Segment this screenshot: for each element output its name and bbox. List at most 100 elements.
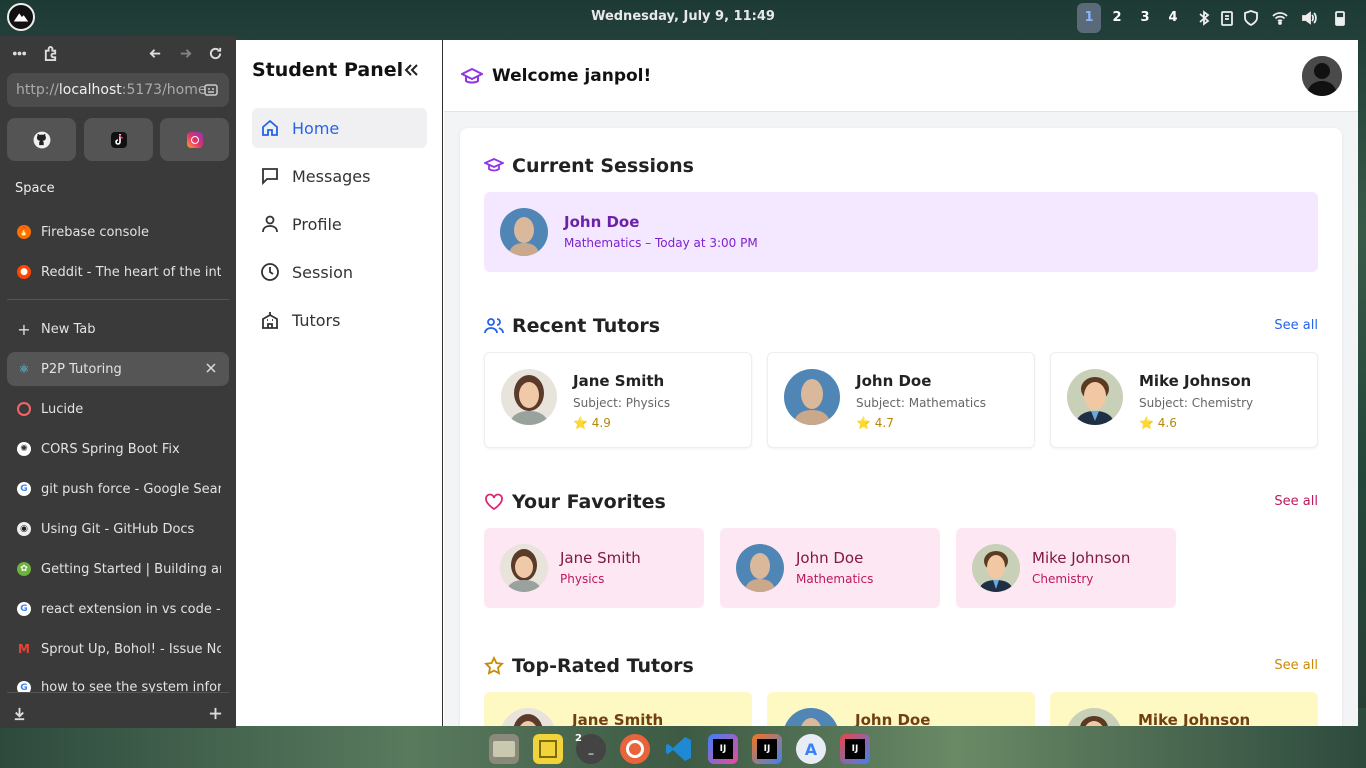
- tutor-avatar: [500, 544, 548, 592]
- top-rated-see-all-link[interactable]: See all: [1274, 658, 1318, 673]
- reload-icon[interactable]: [203, 44, 227, 62]
- top-rated-title: Top-Rated Tutors: [512, 655, 694, 677]
- pinned-instagram-icon[interactable]: [160, 118, 229, 161]
- current-session-card[interactable]: John Doe Mathematics – Today at 3:00 PM: [484, 192, 1318, 272]
- tutor-subject: Subject: Mathematics: [856, 396, 987, 410]
- intellij-app-icon[interactable]: IJ: [708, 734, 738, 764]
- battery-icon[interactable]: [1331, 9, 1349, 27]
- tutor-avatar: [1067, 369, 1123, 425]
- tab-firebase[interactable]: 🔥 Firebase console: [7, 215, 229, 249]
- more-icon[interactable]: [7, 44, 31, 62]
- address-bar[interactable]: http://localhost:5173/home: [7, 73, 229, 107]
- pinned-github-icon[interactable]: [7, 118, 76, 161]
- tutor-name: Mike Johnson: [1138, 711, 1251, 726]
- home-icon: [262, 119, 278, 136]
- add-icon[interactable]: [203, 704, 227, 722]
- tab-reddit[interactable]: ●Reddit - The heart of the internet: [7, 255, 229, 289]
- recent-tutor-card[interactable]: Jane Smith Subject: Physics ⭐ 4.9: [484, 352, 752, 448]
- heart-icon: [485, 493, 503, 511]
- tutor-name: John Doe: [855, 711, 931, 726]
- tab-system-information[interactable]: Ghow to see the system information: [7, 672, 229, 692]
- new-tab-button[interactable]: + New Tab: [7, 312, 229, 346]
- favorite-tutor-card[interactable]: Mike Johnson Chemistry: [956, 528, 1176, 608]
- tab-git-push-force[interactable]: Ggit push force - Google Search: [7, 472, 229, 506]
- main-content: Current Sessions John Doe Mathematics – …: [444, 112, 1358, 726]
- user-avatar[interactable]: [1302, 56, 1342, 96]
- nav-profile[interactable]: Profile: [252, 204, 427, 244]
- tutor-name: John Doe: [796, 549, 864, 567]
- panel-title: Student Panel: [252, 59, 404, 81]
- workspace-3[interactable]: 3: [1133, 3, 1157, 33]
- tutor-rating: ⭐ 4.6: [1139, 416, 1177, 430]
- tutor-subject: Mathematics: [796, 572, 874, 586]
- workspace-1[interactable]: 1: [1077, 3, 1101, 33]
- intellij-app-icon[interactable]: IJ: [840, 734, 870, 764]
- close-tab-icon[interactable]: [205, 362, 217, 374]
- tutor-avatar: [783, 708, 839, 726]
- star-icon: [484, 656, 504, 675]
- tab-cors-spring-boot-fix[interactable]: ✺ CORS Spring Boot Fix: [7, 432, 229, 466]
- gmail-icon: M: [18, 642, 30, 656]
- tab-lucide[interactable]: Lucide: [7, 392, 229, 426]
- collapse-icon[interactable]: [402, 61, 420, 79]
- top-rated-tutor-card[interactable]: Mike Johnson: [1050, 692, 1318, 726]
- back-icon[interactable]: [143, 44, 167, 62]
- nav-messages[interactable]: Messages: [252, 156, 427, 196]
- tab-using-git[interactable]: ◉ Using Git - GitHub Docs: [7, 512, 229, 546]
- shield-icon[interactable]: [1242, 9, 1260, 27]
- intellij-app-icon[interactable]: IJ: [752, 734, 782, 764]
- top-rated-tutor-card[interactable]: Jane Smith: [484, 692, 752, 726]
- bluetooth-icon[interactable]: [1195, 9, 1213, 27]
- tutor-rating: ⭐ 4.7: [856, 416, 894, 430]
- site-settings-icon[interactable]: [203, 82, 219, 98]
- google-icon: G: [17, 681, 31, 692]
- tab-sprout-up[interactable]: M Sprout Up, Bohol! - Issue No. 1: [7, 632, 229, 666]
- tab-react-extension[interactable]: Greact extension in vs code - Google Sea…: [7, 592, 229, 626]
- wifi-icon[interactable]: [1271, 9, 1289, 27]
- clipboard-icon[interactable]: [1218, 9, 1236, 27]
- favorite-tutor-card[interactable]: John Doe Mathematics: [720, 528, 940, 608]
- recent-tutor-card[interactable]: John Doe Subject: Mathematics ⭐ 4.7: [767, 352, 1035, 448]
- tutor-avatar: [500, 208, 548, 256]
- workspace-4[interactable]: 4: [1161, 3, 1185, 33]
- vscode-app-icon[interactable]: [664, 734, 694, 764]
- clock-icon: [261, 263, 279, 281]
- favorite-tutor-card[interactable]: Jane Smith Physics: [484, 528, 704, 608]
- tutor-name: John Doe: [856, 372, 932, 390]
- nav-home[interactable]: Home: [252, 108, 427, 148]
- recent-tutors-title: Recent Tutors: [512, 315, 661, 337]
- tutor-subject: Subject: Chemistry: [1139, 396, 1254, 410]
- tab-divider: [7, 299, 229, 300]
- firebase-icon: 🔥: [17, 225, 31, 239]
- studio-app-icon[interactable]: [620, 734, 650, 764]
- nav-tutors[interactable]: Tutors: [252, 300, 427, 340]
- google-icon: G: [17, 482, 31, 496]
- student-panel-sidebar: Student Panel Home Messages Profile Sess…: [236, 40, 443, 726]
- message-icon: [262, 168, 278, 186]
- nav-session[interactable]: Session: [252, 252, 427, 292]
- favorites-title: Your Favorites: [512, 491, 666, 513]
- tab-p2p-tutoring[interactable]: ⚛ P2P Tutoring: [7, 352, 229, 386]
- url-scheme: http://: [16, 82, 59, 98]
- workspace-2[interactable]: 2: [1105, 3, 1129, 33]
- download-icon[interactable]: [7, 704, 31, 722]
- top-rated-tutor-card[interactable]: John Doe: [767, 692, 1035, 726]
- pinned-tiktok-icon[interactable]: [84, 118, 153, 161]
- notes-app-icon[interactable]: [533, 734, 563, 764]
- app-header: Welcome janpol!: [444, 40, 1358, 112]
- tutor-subject: Physics: [560, 572, 605, 586]
- android-studio-app-icon[interactable]: A: [796, 734, 826, 764]
- footer-divider: [7, 692, 229, 693]
- extensions-icon[interactable]: [38, 44, 62, 62]
- tab-getting-started[interactable]: ✿Getting Started | Building an Applicati…: [7, 552, 229, 586]
- forward-icon[interactable]: [173, 44, 197, 62]
- files-app-icon[interactable]: [489, 734, 519, 764]
- recent-tutors-see-all-link[interactable]: See all: [1274, 318, 1318, 333]
- github-icon: ◉: [17, 522, 31, 536]
- favorites-see-all-link[interactable]: See all: [1274, 494, 1318, 509]
- graduation-cap-icon: [461, 67, 483, 84]
- user-icon: [262, 215, 278, 233]
- volume-icon[interactable]: [1300, 9, 1318, 27]
- openai-icon: ✺: [17, 442, 31, 456]
- recent-tutor-card[interactable]: Mike Johnson Subject: Chemistry ⭐ 4.6: [1050, 352, 1318, 448]
